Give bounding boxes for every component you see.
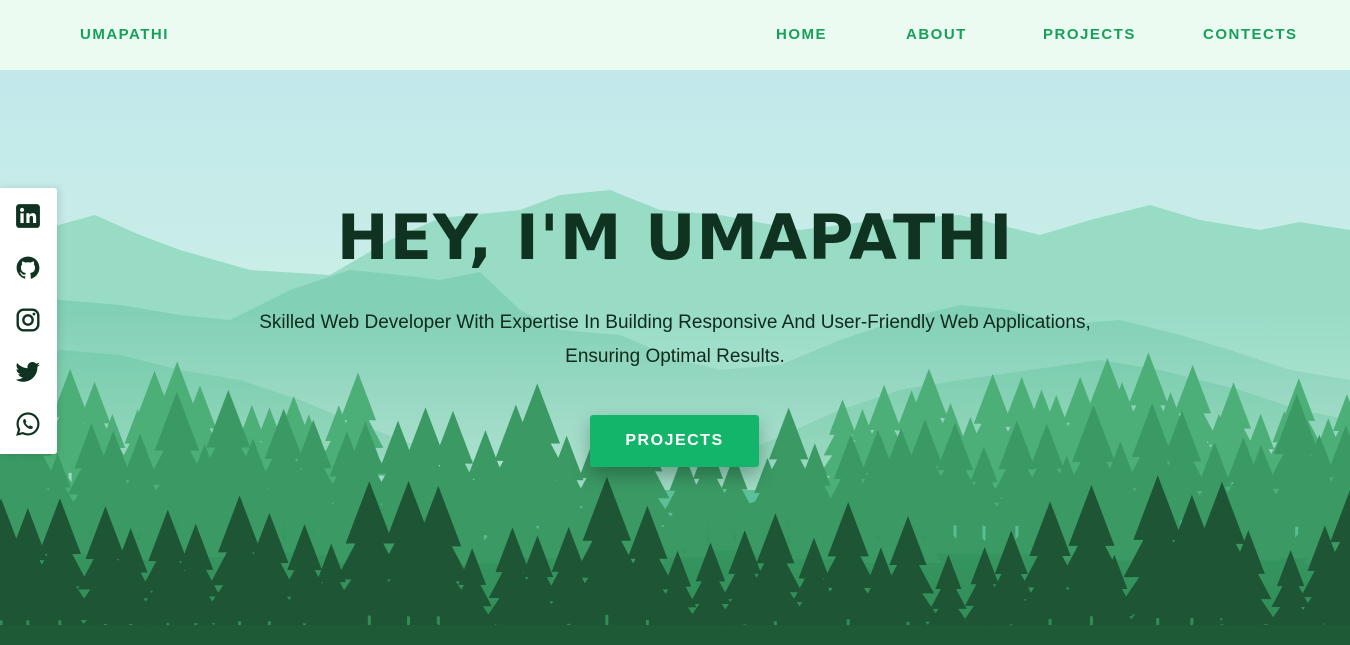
hero-section: HEY, I'M UMAPATHI Skilled Web Developer … — [0, 70, 1350, 645]
social-sidebar — [0, 188, 57, 454]
linkedin-icon[interactable] — [14, 202, 42, 230]
hero-content: HEY, I'M UMAPATHI Skilled Web Developer … — [0, 70, 1350, 645]
hero-title: HEY, I'M UMAPATHI — [336, 201, 1014, 274]
nav-links: HOME ABOUT PROJECTS CONTECTS — [0, 26, 1350, 46]
nav-link-contects[interactable]: CONTECTS — [1203, 26, 1298, 43]
twitter-icon[interactable] — [14, 358, 42, 386]
nav-link-about[interactable]: ABOUT — [906, 26, 967, 43]
navbar: UMAPATHI HOME ABOUT PROJECTS CONTECTS — [0, 0, 1350, 70]
nav-link-home[interactable]: HOME — [776, 26, 827, 43]
projects-button[interactable]: PROJECTS — [590, 415, 759, 467]
github-icon[interactable] — [14, 254, 42, 282]
whatsapp-icon[interactable] — [14, 410, 42, 438]
nav-link-projects[interactable]: PROJECTS — [1043, 26, 1136, 43]
instagram-icon[interactable] — [14, 306, 42, 334]
hero-subtitle: Skilled Web Developer With Expertise In … — [259, 312, 1091, 367]
